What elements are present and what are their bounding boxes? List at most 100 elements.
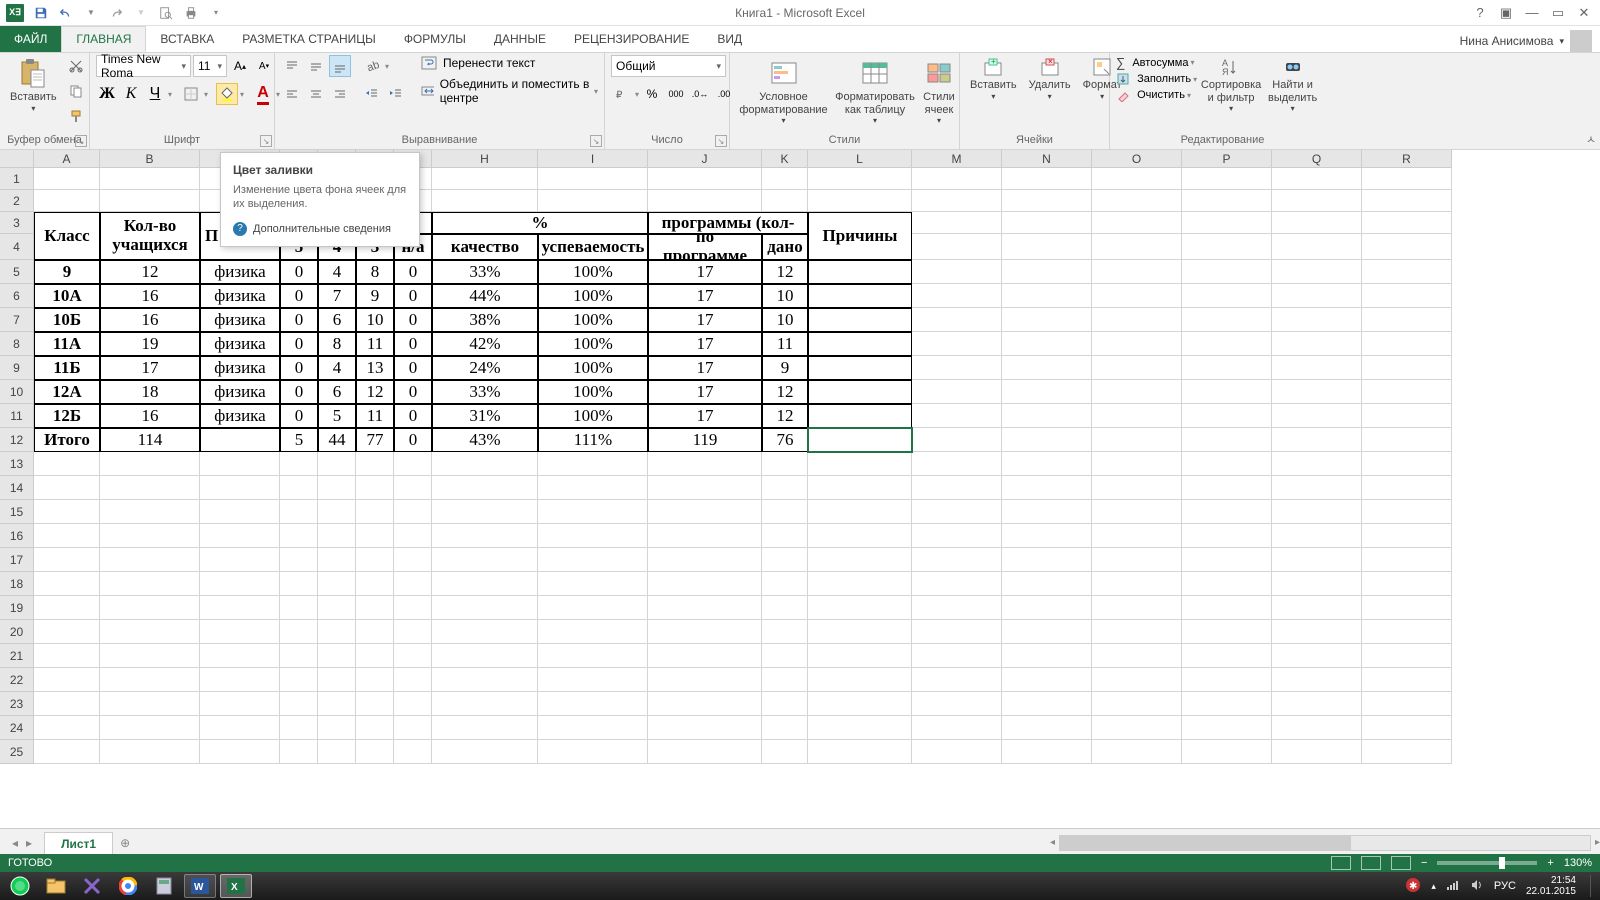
cell[interactable] <box>200 716 280 740</box>
cell[interactable] <box>1092 476 1182 500</box>
row-header[interactable]: 12 <box>0 428 34 452</box>
cell[interactable] <box>1002 668 1092 692</box>
cell[interactable] <box>1272 332 1362 356</box>
cell[interactable] <box>1002 212 1092 234</box>
cell[interactable] <box>1182 524 1272 548</box>
cell[interactable] <box>1002 524 1092 548</box>
cell[interactable] <box>808 572 912 596</box>
header-cell[interactable]: физика <box>200 404 280 428</box>
cell[interactable] <box>1362 308 1452 332</box>
cell[interactable] <box>538 620 648 644</box>
cell[interactable] <box>1272 548 1362 572</box>
cell[interactable] <box>200 644 280 668</box>
cell[interactable] <box>318 524 356 548</box>
tray-icon-notification[interactable]: ✱ <box>1405 877 1421 896</box>
align-middle-icon[interactable] <box>305 55 327 77</box>
cell[interactable] <box>648 524 762 548</box>
header-cell[interactable]: 8 <box>318 332 356 356</box>
header-cell[interactable] <box>808 260 912 284</box>
header-cell[interactable]: 16 <box>100 308 200 332</box>
cell[interactable] <box>34 716 100 740</box>
cell[interactable] <box>1272 716 1362 740</box>
cell[interactable] <box>1182 476 1272 500</box>
row-header[interactable]: 14 <box>0 476 34 500</box>
header-cell[interactable]: 12Б <box>34 404 100 428</box>
cell[interactable] <box>280 668 318 692</box>
fill-button[interactable]: Заполнить ▾ <box>1116 72 1197 86</box>
grow-font-icon[interactable]: A▴ <box>229 55 251 77</box>
cell[interactable] <box>1092 168 1182 190</box>
header-cell[interactable]: 17 <box>100 356 200 380</box>
sheet-tab-active[interactable]: Лист1 <box>44 832 113 855</box>
cell[interactable] <box>100 500 200 524</box>
cell-styles-button[interactable]: Стили ячеек▾ <box>919 55 959 127</box>
cell[interactable] <box>1272 644 1362 668</box>
help-icon[interactable]: ? <box>1470 5 1490 21</box>
cell[interactable] <box>432 476 538 500</box>
cell[interactable] <box>1002 692 1092 716</box>
cell[interactable] <box>200 452 280 476</box>
header-cell[interactable]: 0 <box>394 380 432 404</box>
column-header[interactable]: J <box>648 150 762 168</box>
cell[interactable] <box>100 716 200 740</box>
cell[interactable] <box>1272 692 1362 716</box>
cell[interactable] <box>1362 548 1452 572</box>
shrink-font-icon[interactable]: A▾ <box>253 55 275 77</box>
header-cell[interactable]: 11 <box>762 332 808 356</box>
cell[interactable] <box>1002 308 1092 332</box>
cell[interactable] <box>318 716 356 740</box>
cell[interactable] <box>1002 356 1092 380</box>
cell[interactable] <box>100 168 200 190</box>
italic-button[interactable]: К <box>120 83 142 105</box>
cell[interactable] <box>1272 260 1362 284</box>
header-cell[interactable]: 0 <box>394 284 432 308</box>
cell[interactable] <box>34 596 100 620</box>
cell[interactable] <box>432 716 538 740</box>
cell[interactable] <box>100 644 200 668</box>
cell[interactable] <box>912 190 1002 212</box>
cell[interactable] <box>538 452 648 476</box>
bold-button[interactable]: Ж <box>96 83 118 105</box>
cell[interactable] <box>1092 356 1182 380</box>
header-cell[interactable]: 42% <box>432 332 538 356</box>
cell[interactable] <box>318 548 356 572</box>
tray-clock[interactable]: 21:5422.01.2015 <box>1526 875 1580 897</box>
header-cell[interactable]: дано <box>762 234 808 260</box>
cell[interactable] <box>356 596 394 620</box>
increase-decimal-icon[interactable]: .0↔ <box>689 83 711 105</box>
cell[interactable] <box>34 620 100 644</box>
header-cell[interactable]: 9 <box>34 260 100 284</box>
cell[interactable] <box>912 428 1002 452</box>
cell[interactable] <box>1092 190 1182 212</box>
cell[interactable] <box>912 620 1002 644</box>
column-header[interactable]: K <box>762 150 808 168</box>
cell[interactable] <box>280 692 318 716</box>
header-cell[interactable]: Кол-во учащихся <box>100 212 200 260</box>
cell[interactable] <box>1362 260 1452 284</box>
cell[interactable] <box>648 620 762 644</box>
cell[interactable] <box>808 452 912 476</box>
header-cell[interactable]: по программе <box>648 234 762 260</box>
tray-lang[interactable]: РУС <box>1494 880 1516 892</box>
cell[interactable] <box>100 620 200 644</box>
cell[interactable] <box>318 620 356 644</box>
app-icon-1[interactable] <box>76 874 108 898</box>
cell[interactable] <box>762 596 808 620</box>
header-cell[interactable]: 100% <box>538 356 648 380</box>
header-cell[interactable]: 11Б <box>34 356 100 380</box>
align-bottom-icon[interactable] <box>329 55 351 77</box>
align-center-icon[interactable] <box>305 83 327 105</box>
column-header[interactable]: P <box>1182 150 1272 168</box>
tab-pagelayout[interactable]: РАЗМЕТКА СТРАНИЦЫ <box>228 26 390 52</box>
maximize-icon[interactable]: ▭ <box>1548 5 1568 21</box>
cell[interactable] <box>318 476 356 500</box>
row-header[interactable]: 10 <box>0 380 34 404</box>
cell[interactable] <box>1362 620 1452 644</box>
cell[interactable] <box>100 668 200 692</box>
cell[interactable] <box>394 548 432 572</box>
cell[interactable] <box>648 716 762 740</box>
cell[interactable] <box>1362 404 1452 428</box>
cell[interactable] <box>762 476 808 500</box>
row-header[interactable]: 13 <box>0 452 34 476</box>
qat-more-icon[interactable]: ▾ <box>208 5 224 21</box>
